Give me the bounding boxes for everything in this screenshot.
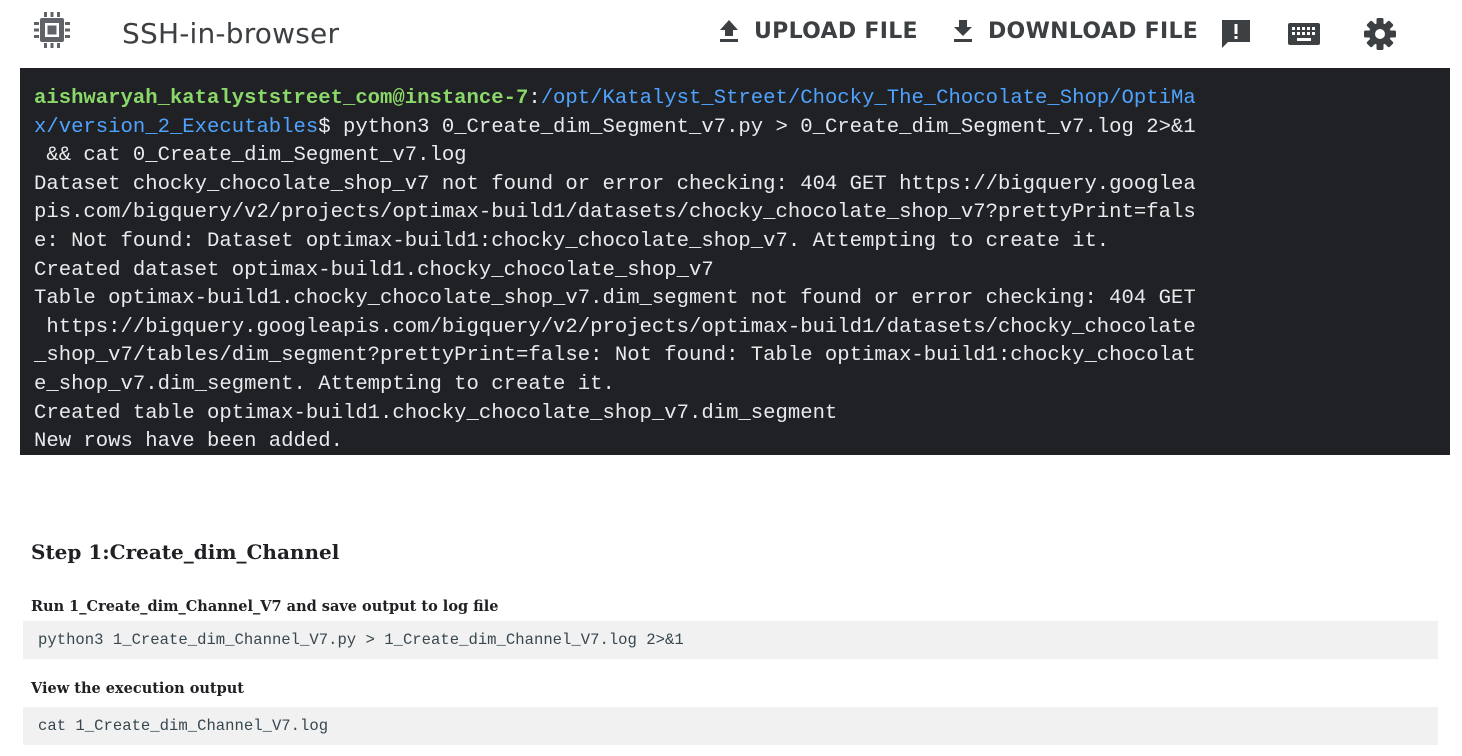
terminal-command: $ python3 0_Create_dim_Segment_v7.py > 0… [318, 115, 1196, 139]
terminal-output-line: New rows have been added. [34, 430, 343, 454]
prompt-user: aishwaryah_katalyststreet_com@instance-7 [34, 87, 529, 110]
download-icon [954, 20, 972, 42]
run-instruction-heading: Run 1_Create_dim_Channel_V7 and save out… [31, 598, 499, 615]
download-file-button[interactable]: DOWNLOAD FILE [952, 14, 1198, 48]
feedback-icon[interactable] [1218, 16, 1254, 52]
gear-icon[interactable] [1362, 16, 1398, 52]
terminal-prompt-line: x/version_2_Executables$ python3 0_Creat… [34, 114, 1450, 143]
terminal-output-line: Table optimax-build1.chocky_chocolate_sh… [34, 287, 1196, 311]
terminal-output-line: pis.com/bigquery/v2/projects/optimax-bui… [34, 201, 1196, 225]
terminal-output-line: e: Not found: Dataset optimax-build1:cho… [34, 229, 1110, 253]
terminal-command-line: && cat 0_Create_dim_Segment_v7.log [34, 144, 467, 168]
view-output-heading: View the execution output [31, 680, 244, 697]
terminal-prompt-line: aishwaryah_katalyststreet_com@instance-7… [34, 85, 1450, 114]
prompt-path: x/version_2_Executables [34, 115, 319, 139]
chip-icon [34, 12, 70, 48]
upload-icon [720, 20, 738, 42]
download-file-label: DOWNLOAD FILE [988, 18, 1199, 44]
terminal-output[interactable]: aishwaryah_katalyststreet_com@instance-7… [20, 68, 1450, 455]
upload-file-label: UPLOAD FILE [754, 18, 918, 44]
prompt-separator: : [528, 87, 541, 110]
terminal-output-line: Created dataset optimax-build1.chocky_ch… [34, 258, 714, 282]
step-heading: Step 1:Create_dim_Channel [31, 540, 340, 564]
terminal-output-line: e_shop_v7.dim_segment. Attempting to cre… [34, 372, 615, 396]
terminal-output-line: _shop_v7/tables/dim_segment?prettyPrint=… [34, 344, 1196, 368]
app-title: SSH-in-browser [122, 17, 340, 50]
terminal-output-line: https://bigquery.googleapis.com/bigquery… [34, 315, 1196, 339]
prompt-path: /opt/Katalyst_Street/Chocky_The_Chocolat… [540, 87, 1196, 110]
terminal-output-line: Dataset chocky_chocolate_shop_v7 not fou… [34, 172, 1196, 196]
view-command-code-block[interactable]: cat 1_Create_dim_Channel_V7.log [23, 707, 1438, 745]
run-command-code-block[interactable]: python3 1_Create_dim_Channel_V7.py > 1_C… [23, 621, 1438, 659]
keyboard-icon[interactable] [1286, 16, 1322, 52]
upload-file-button[interactable]: UPLOAD FILE [718, 14, 918, 48]
terminal-output-line: Created table optimax-build1.chocky_choc… [34, 401, 838, 425]
